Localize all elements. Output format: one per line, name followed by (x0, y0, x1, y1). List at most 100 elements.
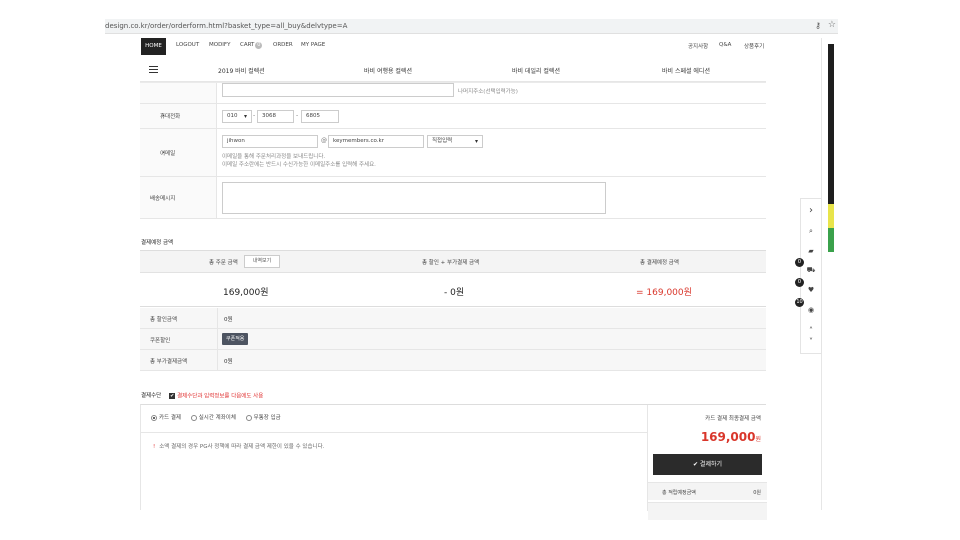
wish-count-badge: 0 (795, 278, 804, 287)
points-label: 총 적립예정금액 (662, 490, 696, 496)
final-payment-title: 카드 결제 최종결제 금액 (705, 416, 761, 422)
eye-icon[interactable]: ◉ (801, 306, 821, 314)
address-bar[interactable]: design.co.kr/order/orderform.html?basket… (105, 19, 838, 34)
pg-notice-text: 소액 결제의 경우 PG사 정책에 따라 결제 금액 제한이 있을 수 있습니다… (159, 444, 325, 450)
home-link[interactable]: HOME (141, 38, 166, 55)
remember-label: 결제수단과 입력정보를 다음에도 사용 (177, 393, 264, 400)
method-transfer-label: 실시간 계좌이체 (198, 415, 236, 421)
detail-button[interactable]: 내역보기 (244, 255, 280, 268)
address-detail-row: 나머지주소(선택입력가능) (140, 83, 766, 104)
radio-icon (245, 414, 252, 421)
final-payment-panel: 카드 결제 최종결제 금액 169,000원 ✔ 결제하기 총 적립예정금액 0… (647, 405, 767, 520)
row-header: 이메일 • (140, 129, 217, 176)
category-item[interactable]: 바비 여행용 컬렉션 (364, 66, 412, 75)
mobile-row: 휴대전화• 010 - 3068 - 6805 (140, 104, 766, 129)
dash: - (296, 112, 299, 119)
recent-count-badge: 10 (795, 298, 804, 307)
category-nav: 2019 바비 컬렉션 바비 여행용 컬렉션 바비 데일리 컬렉션 바비 스페셜… (140, 58, 766, 82)
mobile-prefix-select[interactable]: 010 (222, 110, 252, 123)
message-textarea[interactable] (222, 182, 606, 214)
method-card[interactable]: 카드 결제 (151, 414, 181, 421)
cart-label: CART (240, 42, 255, 48)
qna-link[interactable]: Q&A (719, 42, 731, 48)
total-discount-label: 총 할인금액 (150, 317, 178, 323)
cart-link[interactable]: CART 0 (240, 42, 263, 49)
search-icon[interactable]: ⌕ (801, 227, 821, 236)
final-header: 총 결제예정 금액 (640, 260, 679, 266)
heart-icon[interactable]: ♥ (801, 286, 821, 294)
extra-payment-label: 총 부가결제금액 (150, 359, 188, 365)
logout-link[interactable]: LOGOUT (176, 42, 199, 48)
extra-payment-row: 총 부가결제금액 0원 (140, 350, 766, 371)
email-row: 이메일• jihwon @ keymembers.co.kr 직접입력 이메일을… (140, 129, 766, 177)
notice-icon: ! (153, 444, 156, 450)
message-row: 배송메시지 (140, 177, 766, 219)
mypage-link[interactable]: MY PAGE (301, 42, 325, 48)
discount-value: - 0원 (444, 288, 465, 298)
message-label: 배송메시지 (150, 195, 176, 202)
final-payment-amount: 169,000원 (701, 430, 761, 444)
points-value: 0원 (753, 490, 761, 496)
chevron-down-icon[interactable]: ˅ (801, 337, 821, 346)
cart-count-badge: 0 (255, 42, 263, 49)
address-detail-input[interactable] (222, 83, 454, 97)
final-amount-value: 169,000 (700, 430, 756, 444)
email-domain-select[interactable]: 직접입력 (427, 135, 483, 148)
mobile-last-input[interactable]: 6805 (301, 110, 339, 123)
mobile-middle-input[interactable]: 3068 (257, 110, 294, 123)
divider (217, 329, 218, 349)
category-item[interactable]: 2019 바비 컬렉션 (218, 66, 265, 75)
cart-count-badge: 0 (795, 258, 804, 267)
summary-values: 169,000원 - 0원 = 169,000원 (140, 273, 766, 307)
payment-method-title: 결제수단 (141, 393, 162, 399)
notice-link[interactable]: 공지사항 (688, 42, 708, 50)
banner-green-block (828, 228, 834, 252)
required-mark: • (162, 149, 166, 156)
order-total-header: 총 주문 금액 (209, 260, 238, 266)
order-link[interactable]: ORDER (273, 42, 293, 48)
email-domain-input[interactable]: keymembers.co.kr (328, 135, 424, 148)
review-link[interactable]: 상품후기 (744, 42, 764, 50)
menu-icon[interactable] (149, 66, 158, 73)
divider (141, 432, 647, 433)
email-note: 이메일 주소란에는 반드시 수신가능한 이메일주소를 입력해 주세요. (222, 162, 376, 168)
radio-icon (190, 414, 197, 421)
category-item[interactable]: 바비 데일리 컬렉션 (512, 66, 560, 75)
extra-payment-value: 0원 (224, 359, 233, 365)
method-deposit[interactable]: 무통장 입금 (245, 414, 281, 421)
pg-notice: ! 소액 결제의 경우 PG사 정책에 따라 결제 금액 제한이 있을 수 있습니… (153, 442, 324, 450)
category-item[interactable]: 바비 스페셜 에디션 (662, 66, 710, 75)
pay-button[interactable]: ✔ 결제하기 (653, 454, 762, 475)
final-value: = 169,000원 (636, 288, 692, 298)
divider (217, 350, 218, 370)
method-deposit-label: 무통장 입금 (253, 415, 281, 421)
coupon-label: 쿠폰할인 (150, 338, 171, 344)
row-header: 휴대전화 • (140, 104, 217, 128)
coupon-apply-button[interactable]: 쿠폰적용 (222, 333, 249, 345)
payment-method-header: 결제수단 ✔ 결제수단과 입력정보를 다음에도 사용 (141, 391, 263, 400)
cart-icon[interactable]: ⛟ (801, 266, 821, 275)
banner-yellow-block (828, 204, 834, 228)
required-mark: • (162, 113, 166, 119)
star-icon[interactable]: ☆ (828, 20, 836, 30)
key-icon[interactable]: ⚷ (815, 21, 821, 30)
truck-icon[interactable]: ▰ (801, 247, 821, 255)
final-amount-unit: 원 (755, 436, 761, 443)
email-id-input[interactable]: jihwon (222, 135, 318, 148)
total-discount-row: 총 할인금액 0원 (140, 308, 766, 329)
order-form: 나머지주소(선택입력가능) 휴대전화• 010 - 3068 - 6805 이메… (140, 82, 766, 219)
modify-link[interactable]: MODIFY (209, 42, 230, 48)
chevron-up-icon[interactable]: ˄ (801, 326, 821, 335)
radio-icon (151, 414, 157, 421)
summary-header: 총 주문 금액 내역보기 총 할인 + 부가결제 금액 총 결제예정 금액 (140, 251, 766, 273)
side-banner-image (828, 44, 834, 252)
address-detail-note: 나머지주소(선택입력가능) (458, 89, 518, 95)
divider (217, 308, 218, 328)
url-text[interactable]: design.co.kr/order/orderform.html?basket… (105, 22, 347, 30)
payment-summary: 총 주문 금액 내역보기 총 할인 + 부가결제 금액 총 결제예정 금액 16… (140, 250, 766, 371)
dash: - (253, 112, 256, 119)
remember-checkbox[interactable]: ✔ (169, 392, 176, 399)
chevron-right-icon[interactable]: › (801, 205, 821, 216)
method-transfer[interactable]: 실시간 계좌이체 (190, 414, 236, 421)
row-header (140, 83, 217, 103)
